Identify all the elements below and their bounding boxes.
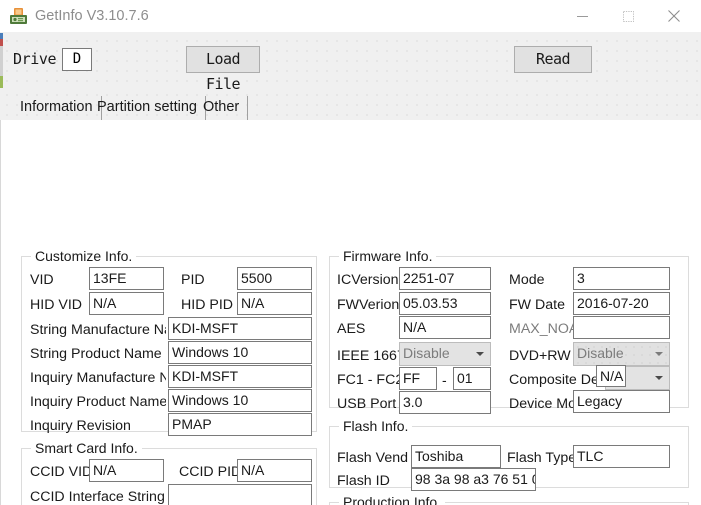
- inquiry-manufacture-name-label: Inquiry Manufacture Na: [30, 370, 166, 386]
- ccid-vid-input[interactable]: N/A: [89, 459, 164, 482]
- composite-device-label: Composite Devi: [509, 372, 597, 388]
- production-info-caption: Production Info.: [339, 494, 446, 505]
- close-icon: [668, 10, 680, 22]
- ccid-interface-string-label: CCID Interface String: [30, 489, 165, 505]
- string-manufacture-name-label: String Manufacture Na: [30, 322, 166, 338]
- aes-input[interactable]: N/A: [399, 316, 491, 339]
- flash-info-caption: Flash Info.: [339, 418, 413, 434]
- ieee-1667-value: Disable: [403, 345, 450, 361]
- maximize-button[interactable]: [605, 0, 651, 32]
- ieee-1667-label: IEEE 1667: [337, 348, 399, 364]
- flash-id-input[interactable]: 98 3a 98 a3 76 51 08: [411, 468, 536, 491]
- mode-input[interactable]: 3: [573, 267, 670, 290]
- string-product-name-input[interactable]: Windows 10: [168, 341, 312, 364]
- close-button[interactable]: [651, 0, 697, 32]
- pid-input[interactable]: 5500: [237, 267, 312, 290]
- composite-device-input[interactable]: N/A: [596, 365, 626, 387]
- minimize-icon: [576, 15, 588, 17]
- fc2-input[interactable]: 01: [453, 367, 491, 390]
- inquiry-product-name-label: Inquiry Product Name: [30, 394, 166, 410]
- tab-partition-setting[interactable]: Partition setting: [89, 96, 206, 120]
- app-icon: [9, 7, 28, 26]
- fwverion-input[interactable]: 05.03.53: [399, 292, 491, 315]
- max-noa-input[interactable]: [573, 316, 670, 339]
- device-mode-input[interactable]: Legacy: [573, 390, 670, 413]
- string-product-name-label: String Product Name: [30, 346, 162, 362]
- icversion-input[interactable]: 2251-07: [399, 267, 491, 290]
- dvd-rw-dropdown[interactable]: Disable: [573, 342, 670, 366]
- string-manufacture-name-input[interactable]: KDI-MSFT: [168, 317, 312, 340]
- drive-input[interactable]: D: [62, 48, 92, 71]
- hid-vid-input[interactable]: N/A: [89, 292, 164, 315]
- title-bar: GetInfo V3.10.7.6: [0, 0, 701, 33]
- hid-pid-input[interactable]: N/A: [237, 292, 312, 315]
- inquiry-product-name-input[interactable]: Windows 10: [168, 389, 312, 412]
- hid-vid-label: HID VID: [30, 297, 83, 313]
- fwverion-label: FWVerion: [337, 297, 400, 313]
- fc1-fc2-label: FC1 - FC2: [337, 372, 399, 388]
- maximize-icon: [622, 10, 634, 22]
- icversion-label: ICVersion: [337, 272, 399, 288]
- load-file-button[interactable]: Load File: [186, 46, 260, 93]
- tab-strip: Information Partition setting Other: [0, 90, 701, 120]
- getinfo-window: GetInfo V3.10.7.6 Drive D Load File Read…: [0, 0, 701, 505]
- inquiry-revision-label: Inquiry Revision: [30, 418, 131, 434]
- flash-type-input[interactable]: TLC: [573, 445, 670, 468]
- tab-other[interactable]: Other: [195, 96, 249, 120]
- accent-strip: [0, 33, 3, 88]
- flash-vendor-label: Flash Vend: [337, 450, 408, 466]
- inquiry-manufacture-name-input[interactable]: KDI-MSFT: [168, 365, 312, 388]
- drive-label: Drive: [13, 50, 57, 68]
- dvd-rw-label: DVD+RW: [509, 348, 571, 364]
- firmware-info-caption: Firmware Info.: [339, 248, 437, 264]
- aes-label: AES: [337, 321, 366, 337]
- flash-id-label: Flash ID: [337, 473, 390, 489]
- hid-pid-label: HID PID: [181, 297, 234, 313]
- toolbar: [0, 33, 701, 90]
- usb-port-label: USB Port: [337, 396, 397, 412]
- device-mode-label: Device Mo: [509, 396, 573, 412]
- pid-label: PID: [181, 272, 205, 288]
- chevron-down-icon: [655, 352, 663, 356]
- fw-date-input[interactable]: 2016-07-20: [573, 292, 670, 315]
- ccid-interface-string-input[interactable]: [168, 484, 312, 505]
- mode-label: Mode: [509, 272, 545, 288]
- window-title: GetInfo V3.10.7.6: [35, 8, 149, 24]
- vid-input[interactable]: 13FE: [89, 267, 164, 290]
- chevron-down-icon: [655, 376, 663, 380]
- dvd-rw-value: Disable: [577, 345, 624, 361]
- ccid-vid-label: CCID VID: [30, 464, 93, 480]
- ieee-1667-dropdown[interactable]: Disable: [399, 342, 491, 366]
- information-tab-panel: Customize Info. VID 13FE PID 5500 HID VI…: [0, 120, 701, 505]
- chevron-down-icon: [476, 352, 484, 356]
- smart-card-info-caption: Smart Card Info.: [31, 440, 142, 456]
- customize-info-caption: Customize Info.: [31, 248, 137, 264]
- vid-label: VID: [30, 272, 54, 288]
- inquiry-revision-input[interactable]: PMAP: [168, 413, 312, 436]
- fw-date-label: FW Date: [509, 297, 565, 313]
- flash-type-label: Flash Type: [507, 450, 577, 466]
- ccid-pid-input[interactable]: N/A: [237, 459, 312, 482]
- flash-vendor-input[interactable]: Toshiba: [411, 445, 501, 468]
- max-noa-label: MAX_NOA: [509, 321, 577, 337]
- fc1-input[interactable]: FF: [399, 367, 437, 390]
- minimize-button[interactable]: [559, 0, 605, 32]
- ccid-pid-label: CCID PID: [179, 464, 242, 480]
- fc-separator: -: [442, 372, 447, 388]
- read-button[interactable]: Read: [514, 46, 592, 73]
- usb-port-input[interactable]: 3.0: [399, 391, 491, 414]
